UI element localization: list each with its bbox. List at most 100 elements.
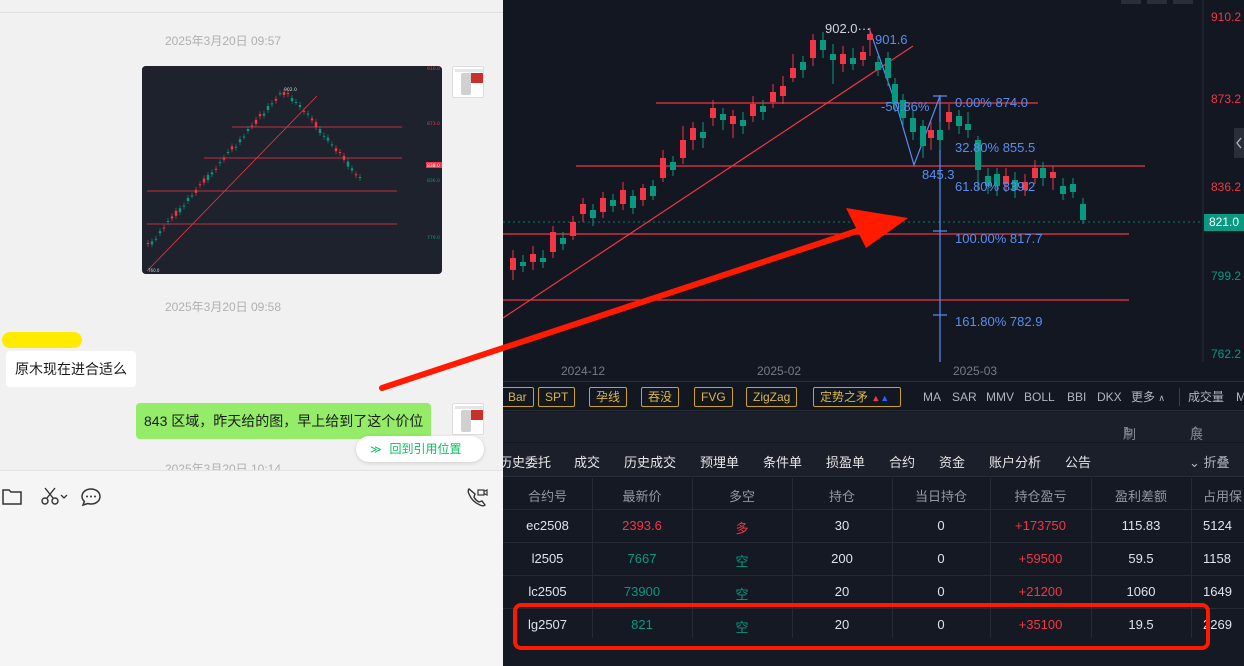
chat-bubble-icon[interactable] — [80, 487, 102, 511]
thumb-candle-body — [202, 178, 206, 183]
indicator-yunxian-button[interactable]: 孕线 — [589, 387, 628, 407]
thumb-candle-body — [290, 98, 294, 101]
indicator-spt-button[interactable]: SPT — [538, 387, 576, 407]
cell-price: 73900 — [623, 584, 661, 599]
indicator-ma[interactable]: MA — [923, 387, 941, 407]
tab-conditional-orders[interactable]: 条件单 — [763, 452, 802, 471]
indicator-dkx[interactable]: DKX — [1097, 387, 1122, 407]
candle-body — [620, 190, 626, 204]
candle-body — [520, 262, 526, 266]
back-to-quote-button[interactable]: ≫ 回到引用位置 — [356, 436, 484, 462]
candle-body — [1050, 172, 1056, 178]
indicator-dingshi-label: 定势之矛 — [820, 390, 869, 404]
thumb-peak-label: 902.0 — [284, 87, 297, 93]
tab-announcements[interactable]: 公告 — [1065, 452, 1091, 471]
column-header-today[interactable]: 当日持仓 — [892, 486, 990, 505]
thumb-candle-body — [266, 106, 270, 110]
column-header-qty[interactable]: 持仓 — [792, 486, 892, 505]
candle-body — [530, 254, 536, 262]
candle-body — [670, 162, 676, 170]
indicator-sar[interactable]: SAR — [952, 387, 977, 407]
tab-contracts[interactable]: 合约 — [889, 452, 915, 471]
chevron-up-icon: ∧ — [1158, 393, 1165, 403]
tab-preset-orders[interactable]: 预埋单 — [700, 452, 739, 471]
thumb-candle-body — [326, 137, 330, 141]
thumb-candle-body — [298, 105, 302, 107]
indicator-boll[interactable]: BOLL — [1024, 387, 1055, 407]
thumb-candle-body — [322, 135, 326, 137]
thumb-candle-body — [150, 241, 154, 245]
cell-code: lc2505 — [528, 584, 567, 599]
thumb-candle-body — [170, 216, 174, 219]
chat-panel: 2025年3月20日 09:57 910.0 873.0 838.0 836.0… — [0, 0, 503, 666]
candle-body — [920, 126, 926, 146]
tab-funds[interactable]: 资金 — [939, 452, 965, 471]
tab-trades[interactable]: 成交 — [574, 452, 600, 471]
indicator-mmv[interactable]: MMV — [986, 387, 1014, 407]
column-header-code[interactable]: 合约号 — [503, 486, 592, 505]
candle-body — [937, 130, 943, 140]
thumb-candle-body — [166, 221, 170, 222]
tab-stop-orders[interactable]: 损盈单 — [826, 452, 865, 471]
cell-today: 0 — [937, 518, 945, 533]
thumb-axis-779: 779.0 — [427, 235, 440, 241]
indicator-m[interactable]: M — [1236, 387, 1244, 407]
incoming-message[interactable]: 原木现在进合适么 — [6, 351, 136, 387]
chat-timestamp: 2025年3月20日 09:57 — [164, 34, 282, 48]
candle-body — [875, 62, 881, 70]
candle-body — [1060, 186, 1066, 194]
thumb-axis-873: 873.0 — [427, 121, 440, 127]
candle-body — [570, 222, 576, 236]
tab-history-trades[interactable]: 历史成交 — [624, 452, 676, 471]
indicator-more[interactable]: 更多 ∧ — [1131, 387, 1165, 407]
toolbar-button[interactable] — [1121, 0, 1141, 4]
thumb-candle-body — [206, 175, 210, 180]
thumb-candle-body — [186, 198, 190, 201]
candle-body — [820, 40, 826, 50]
candle-body — [540, 258, 546, 262]
candle-body — [740, 120, 746, 126]
user-avatar[interactable] — [452, 66, 484, 98]
tab-history-orders[interactable]: 历史委托 — [503, 452, 551, 471]
column-header-diff[interactable]: 盈利差额 — [1091, 486, 1191, 505]
chat-divider — [0, 12, 503, 13]
indicator-zigzag-button[interactable]: ZigZag — [746, 387, 798, 407]
candle-body — [860, 52, 866, 60]
folder-icon[interactable] — [2, 487, 22, 509]
toolbar-button[interactable] — [1173, 0, 1193, 4]
indicator-volume[interactable]: 成交量 — [1188, 387, 1224, 407]
chat-input-toolbar — [0, 470, 503, 666]
peak-price-value: 902.0 — [825, 21, 858, 36]
fib-label: 100.00% 817.7 — [955, 231, 1043, 246]
scissors-icon[interactable] — [41, 487, 69, 509]
table-row[interactable]: l2505 7667 空 200 0 +59500 59.5 1158 — [503, 542, 1244, 575]
indicator-fvg-button[interactable]: FVG — [694, 387, 733, 407]
low-price-label: 845.3 — [922, 167, 955, 182]
user-avatar[interactable] — [452, 403, 484, 435]
table-row[interactable]: ec2508 2393.6 多 30 0 +173750 115.83 5124 — [503, 509, 1244, 542]
phone-video-icon[interactable] — [466, 487, 488, 511]
chat-image-thumbnail[interactable]: 910.0 873.0 838.0 836.0 779.0 902.0 760.… — [142, 66, 442, 274]
collapse-handle-icon[interactable] — [1234, 128, 1244, 158]
indicator-tunmo-button[interactable]: 吞没 — [641, 387, 680, 407]
indicator-dingshi-button[interactable]: 定势之矛 ▲▲ — [813, 387, 901, 407]
indicator-bbi[interactable]: BBI — [1067, 387, 1086, 407]
price-axis-label: 910.2 — [1211, 10, 1242, 24]
toolbar-button[interactable] — [1147, 0, 1167, 4]
fib-label: 61.80% 839.2 — [955, 179, 1036, 194]
cell-price: 7667 — [627, 551, 657, 566]
redacted-sender-name — [2, 332, 82, 348]
collapse-button[interactable]: ⌄ 折叠 — [1189, 452, 1230, 471]
column-header-price[interactable]: 最新价 — [592, 486, 692, 505]
candle-body — [590, 210, 596, 218]
candle-body — [650, 186, 656, 196]
column-header-margin[interactable]: 占用保 — [1203, 486, 1244, 505]
candlestick-chart[interactable]: 910.2 873.2 836.2 799.2 762.2 821.0 2024… — [503, 0, 1244, 380]
column-header-pnl[interactable]: 持仓盈亏 — [990, 486, 1091, 505]
tab-account-analysis[interactable]: 账户分析 — [989, 452, 1041, 471]
column-header-side[interactable]: 多空 — [692, 486, 792, 505]
outgoing-message[interactable]: 843 区域，昨天给的图，早上给到了这个价位 — [136, 403, 432, 439]
thumb-candle-body — [270, 103, 274, 105]
candle-body — [1032, 168, 1038, 178]
indicator-bar-button[interactable]: Bar — [503, 387, 534, 407]
